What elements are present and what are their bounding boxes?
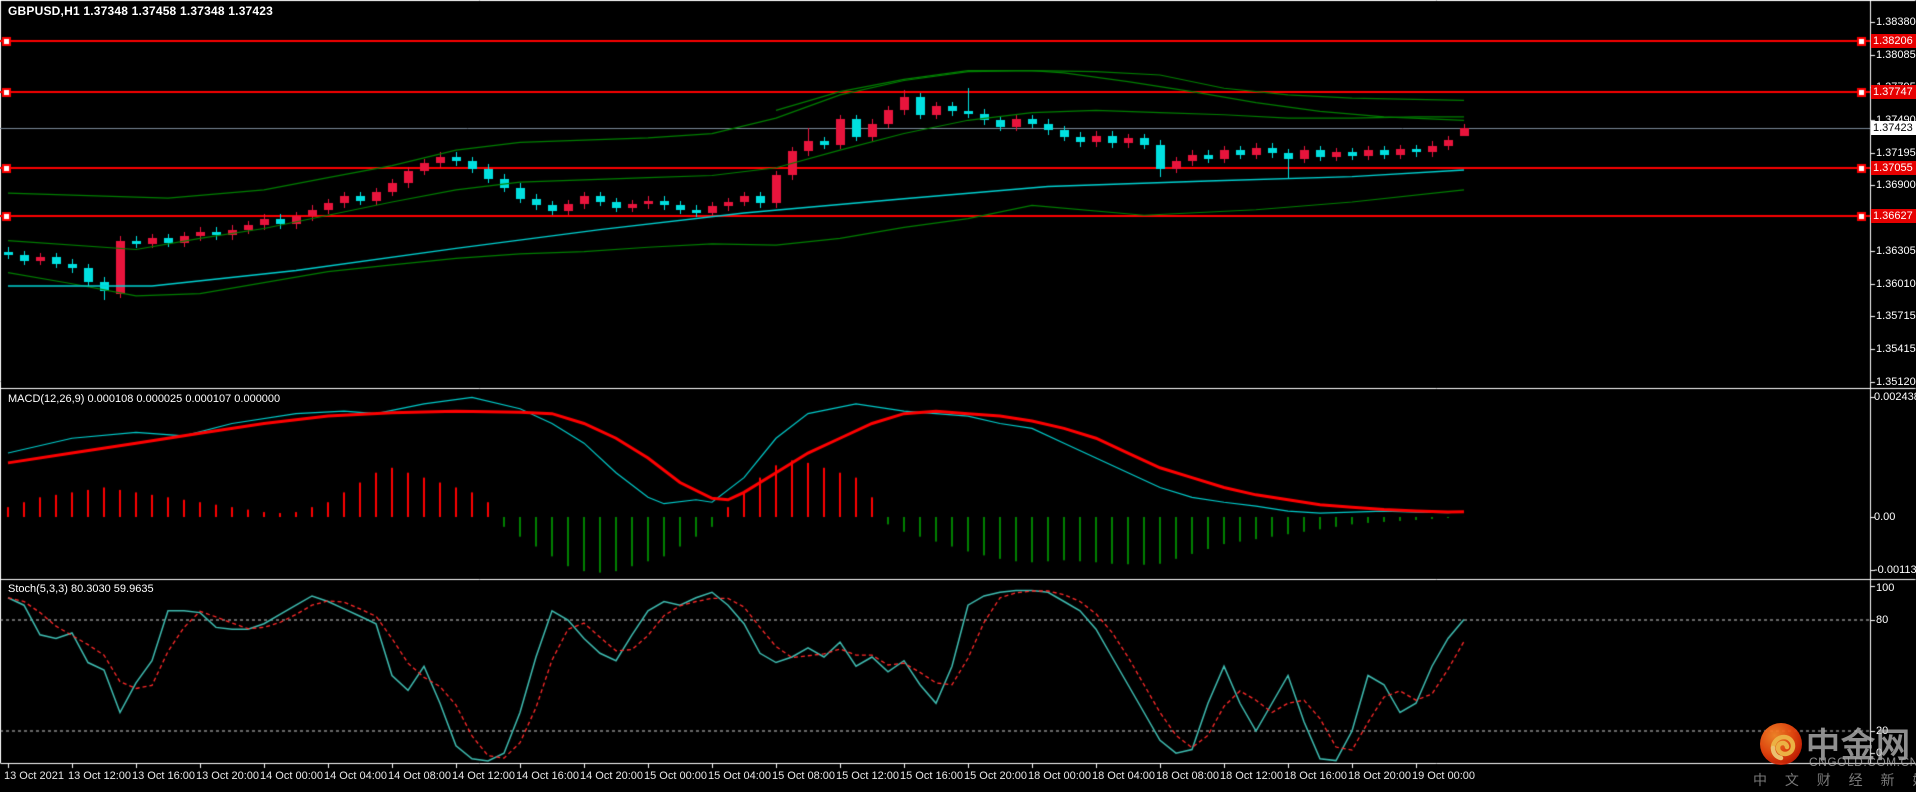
time-axis-tick: 14 Oct 20:00 <box>580 770 643 782</box>
time-axis-tick: 13 Oct 16:00 <box>132 770 195 782</box>
time-axis-tick: 15 Oct 00:00 <box>644 770 707 782</box>
price-axis-tick: 1.37195 <box>1876 147 1916 159</box>
price-axis-tick: 1.35120 <box>1876 376 1916 388</box>
level-price-badge: 1.37747 <box>1871 85 1916 99</box>
time-axis-tick: 14 Oct 08:00 <box>388 770 451 782</box>
price-axis-tick: 1.38085 <box>1876 49 1916 61</box>
time-axis-tick: 14 Oct 12:00 <box>452 770 515 782</box>
macd-axis-tick: 0.002438 <box>1874 391 1916 403</box>
symbol-ohlc-title: GBPUSD,H1 1.37348 1.37458 1.37348 1.3742… <box>8 5 273 17</box>
stoch-axis-tick: 100 <box>1876 582 1894 594</box>
watermark: 中金网 CNGOLD.COM.CN 中 文 财 经 新 媒 体 <box>1735 712 1916 792</box>
trading-chart-window: GBPUSD,H1 1.37348 1.37458 1.37348 1.3742… <box>0 0 1916 792</box>
macd-indicator-label: MACD(12,26,9) 0.000108 0.000025 0.000107… <box>8 393 280 405</box>
time-axis-tick: 18 Oct 20:00 <box>1348 770 1411 782</box>
time-axis-tick: 18 Oct 16:00 <box>1284 770 1347 782</box>
price-axis-tick: 1.35415 <box>1876 343 1916 355</box>
time-axis-tick: 18 Oct 08:00 <box>1156 770 1219 782</box>
time-axis-tick: 19 Oct 00:00 <box>1412 770 1475 782</box>
level-price-badge: 1.36627 <box>1871 209 1916 223</box>
stoch-indicator-label: Stoch(5,3,3) 80.3030 59.9635 <box>8 583 154 595</box>
level-price-badge: 1.38206 <box>1871 34 1916 48</box>
time-axis-tick: 15 Oct 20:00 <box>964 770 1027 782</box>
price-axis-tick: 1.36010 <box>1876 278 1916 290</box>
time-axis-tick: 15 Oct 04:00 <box>708 770 771 782</box>
time-axis-tick: 15 Oct 16:00 <box>900 770 963 782</box>
stoch-axis-tick: 80 <box>1876 614 1888 626</box>
current-price-badge: 1.37423 <box>1871 121 1916 135</box>
cngold-swirl-logo-icon <box>1759 722 1803 766</box>
level-price-badge: 1.37055 <box>1871 161 1916 175</box>
time-axis-tick: 13 Oct 20:00 <box>196 770 259 782</box>
macd-axis-tick: -0.001136 <box>1874 564 1916 576</box>
price-axis-tick: 1.35715 <box>1876 310 1916 322</box>
time-axis-tick: 15 Oct 12:00 <box>836 770 899 782</box>
time-axis-tick: 14 Oct 04:00 <box>324 770 387 782</box>
time-axis-tick: 15 Oct 08:00 <box>772 770 835 782</box>
price-axis-tick: 1.38380 <box>1876 16 1916 28</box>
time-axis-tick: 18 Oct 04:00 <box>1092 770 1155 782</box>
chart-canvas[interactable] <box>0 0 1916 792</box>
time-axis-tick: 18 Oct 00:00 <box>1028 770 1091 782</box>
time-axis-tick: 18 Oct 12:00 <box>1220 770 1283 782</box>
price-axis-tick: 1.36900 <box>1876 179 1916 191</box>
time-axis-tick: 13 Oct 12:00 <box>68 770 131 782</box>
time-axis-tick: 13 Oct 2021 <box>4 770 64 782</box>
time-axis-tick: 14 Oct 16:00 <box>516 770 579 782</box>
macd-axis-tick: 0.00 <box>1874 511 1895 523</box>
watermark-domain-text: CNGOLD.COM.CN <box>1809 755 1916 769</box>
watermark-tagline-text: 中 文 财 经 新 媒 体 <box>1753 770 1916 790</box>
price-axis-tick: 1.36305 <box>1876 245 1916 257</box>
time-axis-tick: 14 Oct 00:00 <box>260 770 323 782</box>
